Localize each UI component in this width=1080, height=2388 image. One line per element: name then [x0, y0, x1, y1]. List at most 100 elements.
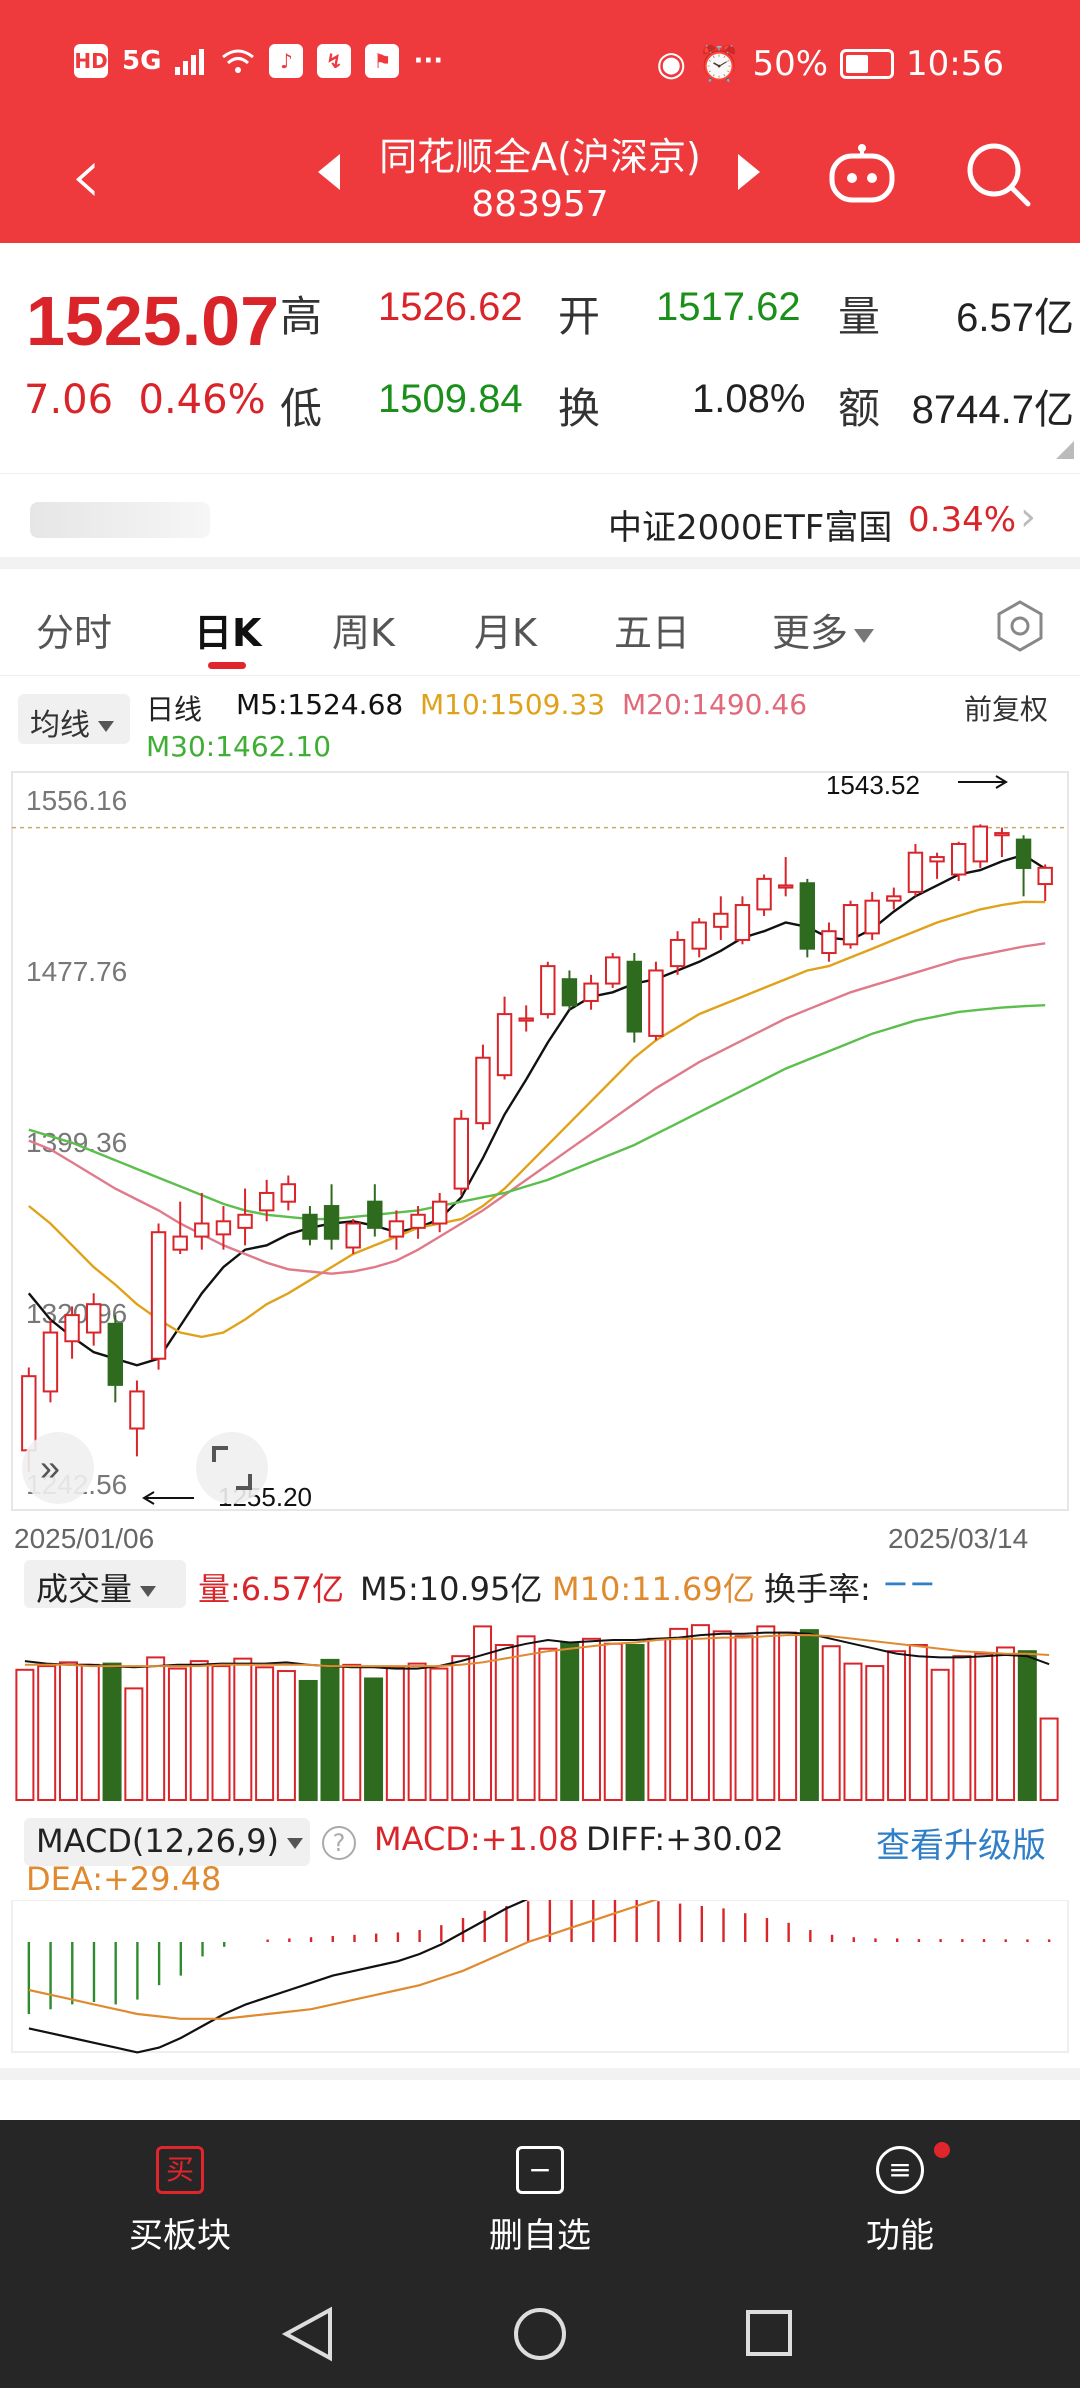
battery-icon: [840, 49, 895, 79]
back-arrow-icon[interactable]: ‹: [70, 136, 102, 216]
candle: [475, 1044, 491, 1130]
candle-body: [64, 1314, 80, 1343]
macd-chart[interactable]: [0, 1900, 1080, 2070]
ma-line-m30: [28, 1004, 1046, 1221]
volume-bar: [647, 1637, 667, 1801]
tab-monthly-k[interactable]: 月K: [474, 602, 537, 657]
tab-more[interactable]: 更多: [772, 602, 875, 657]
change-value: 7.06: [24, 377, 114, 423]
candle: [561, 970, 578, 1010]
candle: [886, 887, 902, 910]
candle: [626, 953, 643, 1043]
volume-bar: [581, 1637, 601, 1801]
candle: [691, 918, 707, 958]
etf-change: 0.34%: [908, 500, 1017, 540]
nav-back-icon[interactable]: [281, 2306, 332, 2362]
expand-corner-icon[interactable]: [1056, 441, 1074, 459]
tab-daily-k[interactable]: 日K: [194, 602, 261, 657]
remove-watchlist-button[interactable]: − 删自选: [440, 2146, 640, 2257]
candle: [777, 857, 794, 897]
caret-down-icon: [854, 628, 875, 643]
volume-indicator-selector[interactable]: 成交量: [24, 1560, 186, 1608]
chevron-right-icon: ›: [1020, 494, 1036, 540]
candle-body: [994, 832, 1010, 837]
macd-frame: [11, 1900, 1069, 2053]
search-icon[interactable]: [964, 140, 1032, 208]
prev-stock-icon[interactable]: [318, 154, 340, 190]
more-notifications: ···: [413, 46, 444, 76]
clock: 10:56: [906, 44, 1004, 84]
candle: [496, 996, 513, 1080]
volume-bar: [974, 1652, 994, 1802]
tab-weekly-k[interactable]: 周K: [332, 602, 395, 657]
low-label: 低: [280, 384, 323, 433]
volume-bar: [342, 1663, 362, 1802]
candlestick-chart[interactable]: 1556.161477.761399.361320.961242.56 1543…: [0, 768, 1080, 1558]
nav-recents-icon[interactable]: [746, 2310, 792, 2356]
candle-body: [799, 882, 816, 950]
active-tab-indicator: [208, 662, 246, 669]
ma5-value: M5:1524.68: [236, 688, 404, 721]
volume-bar: [276, 1670, 296, 1802]
macd-lines: [28, 1900, 659, 2054]
candle-body: [1037, 866, 1053, 886]
candle: [864, 891, 880, 940]
volume-bar: [843, 1662, 863, 1801]
volume-label: 量: [838, 292, 881, 341]
nav-home-icon[interactable]: [514, 2308, 566, 2360]
candle-body: [129, 1390, 145, 1430]
help-icon[interactable]: ?: [322, 1826, 356, 1860]
volume-bar: [603, 1642, 623, 1802]
candle: [1037, 864, 1053, 902]
volume-bar: [560, 1641, 580, 1801]
battery-percent: 50%: [752, 44, 829, 84]
candle-body: [540, 965, 556, 1016]
ma-selector-label: 均线: [30, 708, 90, 743]
volume-chart[interactable]: [0, 1610, 1080, 1810]
functions-label: 功能: [866, 2216, 934, 2256]
app-notification-icon: ↯: [317, 44, 352, 78]
volume-bar: [996, 1646, 1016, 1802]
functions-button[interactable]: ≡ 功能: [800, 2146, 1000, 2257]
candle-body: [950, 842, 967, 876]
candle: [842, 900, 859, 949]
candle: [64, 1306, 80, 1359]
candle-body: [518, 1017, 534, 1022]
buy-sector-label: 买板块: [129, 2216, 231, 2256]
volume-bar: [167, 1667, 187, 1802]
macd-indicator-selector[interactable]: MACD(12,26,9): [24, 1818, 310, 1866]
volume-bar: [102, 1662, 122, 1801]
high-value: 1526.62: [378, 285, 523, 329]
candle: [129, 1380, 145, 1457]
candle-body: [583, 982, 599, 1003]
candle-body: [907, 851, 924, 893]
expand-button[interactable]: »: [22, 1432, 94, 1504]
candles: [21, 824, 1053, 1473]
minus-square-icon: −: [516, 2146, 564, 2194]
candle: [583, 974, 599, 1010]
upgrade-link[interactable]: 查看升级版: [876, 1818, 1046, 1867]
volume-m5-label: M5:10.95亿: [360, 1570, 543, 1608]
volume-bar: [756, 1625, 776, 1802]
buy-sector-button[interactable]: 买 买板块: [80, 2146, 280, 2257]
tab-intraday[interactable]: 分时: [36, 602, 112, 657]
candle-body: [669, 938, 686, 968]
tab-five-day[interactable]: 五日: [614, 602, 690, 657]
next-stock-icon[interactable]: [738, 154, 760, 190]
robot-assistant-icon[interactable]: [826, 144, 898, 204]
related-etf-row[interactable]: 中证2000ETF富国 0.34% ›: [0, 473, 1080, 569]
volume-value: 6.57亿: [956, 296, 1074, 340]
candle-body: [691, 921, 707, 950]
ma-selector[interactable]: 均线: [18, 694, 130, 744]
fullscreen-button[interactable]: [196, 1432, 268, 1504]
candle-body: [215, 1220, 232, 1236]
blurred-label: [30, 502, 210, 538]
alarm-icon: ⏰: [698, 44, 741, 84]
volume-bar: [255, 1666, 275, 1801]
amount-value: 8744.7亿: [911, 388, 1074, 432]
settings-gear-icon[interactable]: [994, 600, 1046, 652]
volume-bar: [778, 1631, 798, 1801]
adjust-mode[interactable]: 前复权: [964, 688, 1048, 728]
volume-bar: [952, 1655, 972, 1801]
candle: [453, 1110, 470, 1196]
